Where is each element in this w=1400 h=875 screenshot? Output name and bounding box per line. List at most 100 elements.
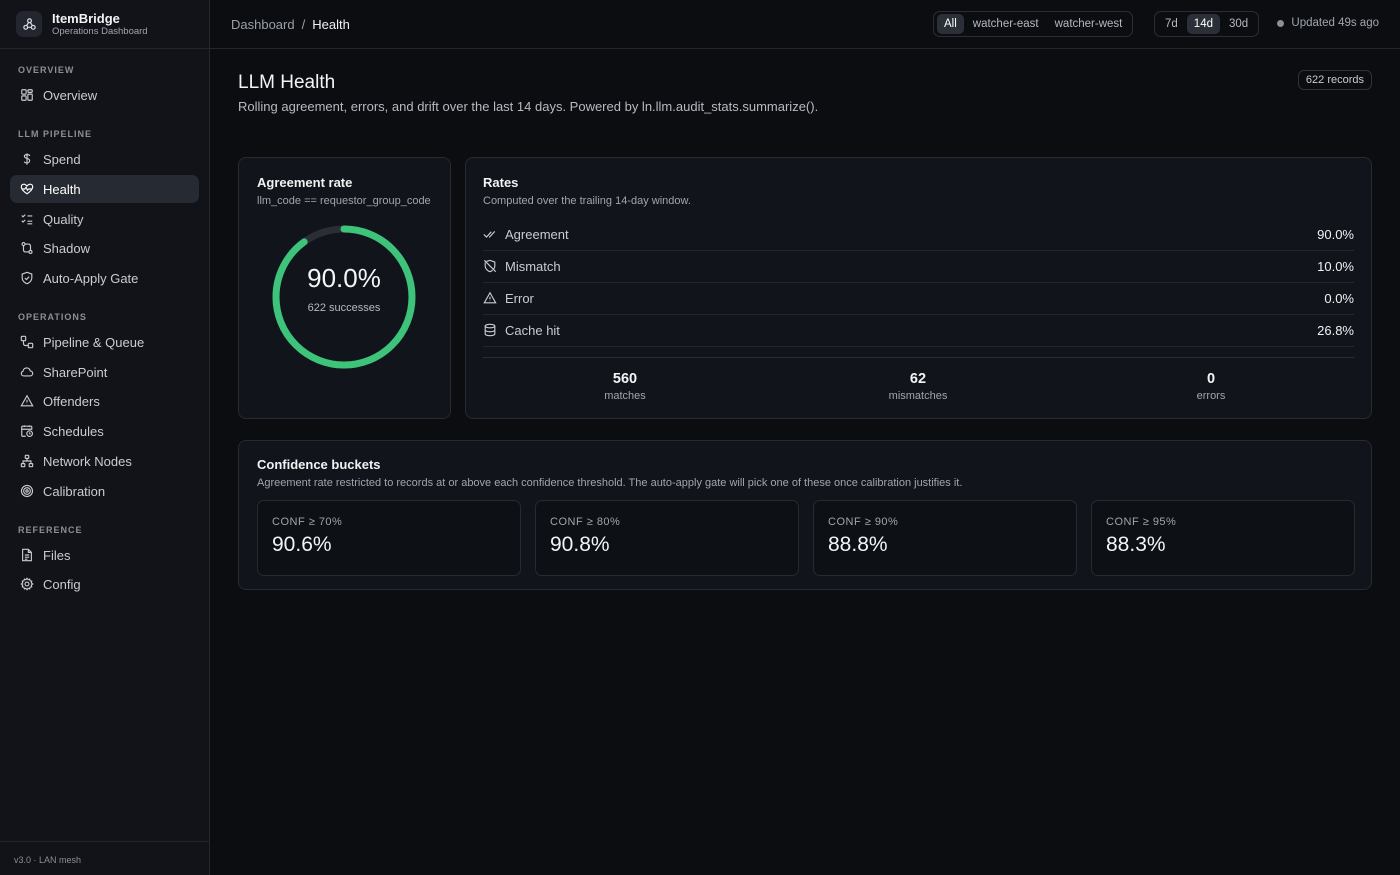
checklist-icon bbox=[21, 214, 33, 225]
stat-value: 560 bbox=[612, 371, 638, 387]
gauge-progress-arc bbox=[272, 225, 416, 369]
stat-matches: 560 matches bbox=[565, 371, 685, 402]
warning-icon bbox=[20, 394, 34, 407]
sidebar-item-label: Spend bbox=[43, 151, 81, 167]
breadcrumb-root[interactable]: Dashboard bbox=[231, 17, 295, 32]
sidebar-item-label: Offenders bbox=[43, 393, 100, 409]
brand-name: ItemBridge bbox=[52, 10, 120, 26]
brand-subtitle: Operations Dashboard bbox=[52, 25, 148, 37]
rate-value: 0.0% bbox=[1324, 290, 1354, 306]
rate-label: Cache hit bbox=[505, 322, 560, 338]
sidebar-item-auto-apply-gate[interactable]: Auto-Apply Gate bbox=[10, 264, 199, 292]
watcher-option-west[interactable]: watcher-west bbox=[1048, 14, 1130, 34]
watcher-filter: All watcher-east watcher-west bbox=[933, 11, 1134, 37]
bucket-label: CONF ≥ 90% bbox=[828, 516, 899, 528]
rates-card: Rates Computed over the trailing 14-day … bbox=[465, 157, 1372, 419]
sidebar-item-network-nodes[interactable]: Network Nodes bbox=[10, 447, 199, 475]
bucket-conf-70: CONF ≥ 70% 90.6% bbox=[257, 500, 521, 576]
rate-row-error: Error 0.0% bbox=[483, 282, 1354, 315]
stat-errors: 0 errors bbox=[1151, 371, 1271, 402]
records-badge: 622 records bbox=[1297, 70, 1372, 90]
confidence-buckets-card: Confidence buckets Agreement rate restri… bbox=[238, 440, 1372, 590]
sidebar-item-label: Schedules bbox=[43, 423, 104, 439]
sidebar-item-sharepoint[interactable]: SharePoint bbox=[10, 358, 199, 386]
rate-row-agreement: Agreement 90.0% bbox=[483, 218, 1354, 251]
sidebar-item-files[interactable]: Files bbox=[10, 541, 199, 569]
rate-value: 26.8% bbox=[1317, 322, 1354, 338]
brand[interactable]: ItemBridge Operations Dashboard bbox=[0, 0, 209, 49]
sidebar-item-label: Config bbox=[43, 576, 81, 592]
calendar-clock-icon bbox=[21, 425, 33, 437]
rate-label: Mismatch bbox=[505, 258, 561, 274]
sidebar-item-label: Network Nodes bbox=[43, 453, 132, 469]
stat-value: 62 bbox=[909, 371, 927, 387]
topbar: Dashboard / Health All watcher-east watc… bbox=[210, 0, 1400, 49]
rate-label: Error bbox=[505, 290, 534, 306]
sidebar-item-health[interactable]: Health bbox=[10, 175, 199, 203]
sidebar-item-pipeline-queue[interactable]: Pipeline & Queue bbox=[10, 328, 199, 356]
sidebar-item-overview[interactable]: Overview bbox=[10, 81, 199, 109]
status-dot-icon bbox=[1277, 19, 1285, 27]
sidebar-item-offenders[interactable]: Offenders bbox=[10, 387, 199, 415]
sidebar-item-spend[interactable]: Spend bbox=[10, 145, 199, 173]
sidebar-item-label: Shadow bbox=[43, 240, 90, 256]
sidebar-item-quality[interactable]: Quality bbox=[10, 205, 199, 233]
range-option-30d[interactable]: 30d bbox=[1222, 14, 1255, 34]
sidebar-item-label: Quality bbox=[43, 211, 84, 227]
dollar-icon bbox=[23, 153, 31, 165]
rate-value: 90.0% bbox=[1317, 226, 1354, 242]
git-compare-icon bbox=[21, 242, 33, 254]
sidebar-item-label: Pipeline & Queue bbox=[43, 334, 145, 350]
workflow-icon bbox=[20, 335, 34, 349]
watcher-option-east[interactable]: watcher-east bbox=[966, 14, 1046, 34]
version-label: v3.0 · LAN mesh bbox=[0, 841, 209, 875]
file-icon bbox=[22, 548, 32, 562]
rate-row-cache-hit: Cache hit 26.8% bbox=[483, 314, 1354, 347]
nav-section-overview: OVERVIEW bbox=[18, 65, 75, 75]
brand-logo-icon bbox=[16, 11, 42, 37]
bucket-value: 90.6% bbox=[272, 533, 332, 556]
stat-label: mismatches bbox=[888, 390, 948, 402]
updated-status: Updated 49s ago bbox=[1277, 17, 1379, 29]
rates-divider bbox=[483, 357, 1354, 358]
sidebar-item-config[interactable]: Config bbox=[10, 570, 199, 598]
bucket-label: CONF ≥ 95% bbox=[1106, 516, 1177, 528]
target-icon bbox=[20, 484, 34, 498]
nav-section-operations: OPERATIONS bbox=[18, 312, 87, 322]
breadcrumb-current: Health bbox=[312, 17, 350, 32]
sidebar-item-schedules[interactable]: Schedules bbox=[10, 417, 199, 445]
sidebar-item-shadow[interactable]: Shadow bbox=[10, 234, 199, 262]
bucket-value: 88.8% bbox=[828, 533, 888, 556]
rate-value: 10.0% bbox=[1317, 258, 1354, 274]
watcher-option-all[interactable]: All bbox=[937, 14, 964, 34]
updated-text: Updated 49s ago bbox=[1291, 17, 1379, 29]
breadcrumb-separator: / bbox=[301, 17, 306, 32]
sidebar: ItemBridge Operations Dashboard OVERVIEW… bbox=[0, 0, 210, 875]
shield-off-icon bbox=[483, 259, 497, 273]
gear-icon bbox=[20, 577, 34, 591]
stat-label: errors bbox=[1196, 390, 1226, 402]
agreement-subtitle: llm_code == requestor_group_code bbox=[257, 195, 431, 207]
rates-title: Rates bbox=[483, 175, 519, 190]
bucket-label: CONF ≥ 70% bbox=[272, 516, 343, 528]
grid-icon bbox=[21, 89, 33, 101]
range-filter: 7d 14d 30d bbox=[1154, 11, 1260, 37]
stat-value: 0 bbox=[1206, 371, 1216, 387]
buckets-title: Confidence buckets bbox=[257, 457, 381, 472]
range-option-7d[interactable]: 7d bbox=[1158, 14, 1185, 34]
rates-subtitle: Computed over the trailing 14-day window… bbox=[483, 195, 691, 207]
database-icon bbox=[484, 323, 496, 337]
stat-mismatches: 62 mismatches bbox=[858, 371, 978, 402]
page-description: Rolling agreement, errors, and drift ove… bbox=[238, 99, 819, 114]
stat-label: matches bbox=[604, 390, 646, 402]
range-option-14d[interactable]: 14d bbox=[1186, 14, 1220, 34]
agreement-card: Agreement rate llm_code == requestor_gro… bbox=[238, 157, 451, 419]
network-icon bbox=[20, 454, 34, 468]
agreement-gauge: 90.0% 622 successes bbox=[270, 223, 418, 371]
nav-section-llm-pipeline: LLM PIPELINE bbox=[18, 129, 93, 139]
breadcrumb: Dashboard / Health bbox=[231, 17, 350, 32]
double-check-icon bbox=[483, 230, 496, 238]
agreement-caption: 622 successes bbox=[307, 302, 381, 314]
sidebar-item-calibration[interactable]: Calibration bbox=[10, 477, 199, 505]
nav-section-reference: REFERENCE bbox=[18, 525, 83, 535]
